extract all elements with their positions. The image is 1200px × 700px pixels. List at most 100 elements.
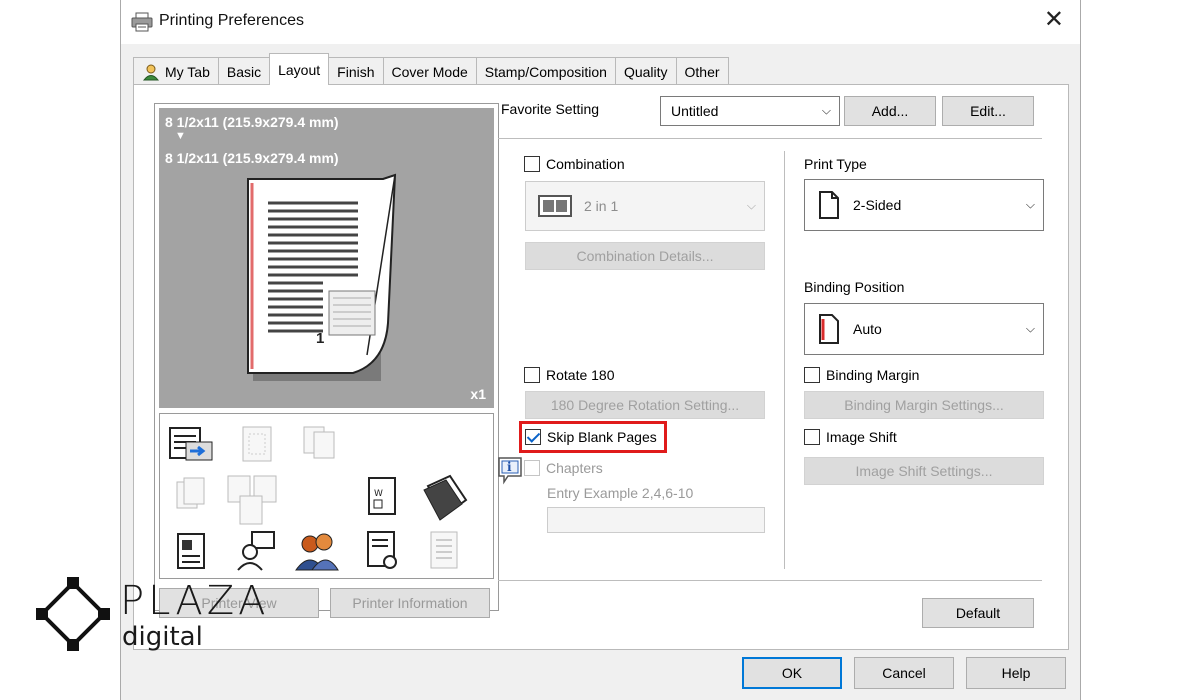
poster-icon: [242, 426, 272, 462]
printer-information-button[interactable]: Printer Information: [330, 588, 490, 618]
tab-basic[interactable]: Basic: [217, 57, 271, 85]
stamp-document-icon[interactable]: [366, 530, 402, 572]
favorite-setting-select[interactable]: Untitled ⌵: [660, 96, 840, 126]
title-bar: Printing Preferences ✕: [121, 0, 1080, 44]
help-button[interactable]: Help: [966, 657, 1066, 689]
arrow-down-icon: ▼: [175, 130, 186, 142]
page-preview-icon: [247, 173, 397, 381]
tab-strip: My Tab Basic Layout Finish Cover Mode St…: [133, 53, 729, 85]
chevron-down-icon: ⌵: [821, 103, 831, 118]
form-document-icon[interactable]: W: [366, 476, 400, 518]
chapters-entry-example: Entry Example 2,4,6-10: [547, 485, 694, 501]
image-shift-checkbox-row[interactable]: Image Shift: [804, 429, 897, 445]
binding-margin-label: Binding Margin: [826, 367, 920, 383]
chapters-checkbox-row[interactable]: Chapters: [524, 460, 603, 476]
image-shift-label: Image Shift: [826, 429, 897, 445]
two-sided-page-icon: [819, 191, 839, 219]
tab-stamp-composition[interactable]: Stamp/Composition: [475, 57, 616, 85]
tab-label: Cover Mode: [391, 63, 468, 80]
window-title: Printing Preferences: [159, 12, 304, 29]
combination-select[interactable]: 2 in 1 ⌵: [525, 181, 765, 231]
rotate-180-checkbox-row[interactable]: Rotate 180: [524, 367, 615, 383]
divider: [498, 138, 1042, 139]
paper-size-output: 8 1/2x11 (215.9x279.4 mm): [165, 150, 339, 166]
combination-checkbox-row[interactable]: Combination: [524, 156, 625, 172]
binding-position-value: Auto: [853, 321, 882, 337]
binding-margin-checkbox[interactable]: [804, 367, 820, 383]
image-shift-settings-button[interactable]: Image Shift Settings...: [804, 457, 1044, 485]
combination-details-button[interactable]: Combination Details...: [525, 242, 765, 270]
default-button[interactable]: Default: [922, 598, 1034, 628]
paper-size-original: 8 1/2x11 (215.9x279.4 mm): [165, 114, 339, 130]
tab-label: Quality: [623, 63, 668, 80]
print-type-label: Print Type: [804, 156, 867, 172]
users-group-icon[interactable]: [294, 530, 340, 572]
tab-label: Other: [684, 63, 720, 80]
column-divider: [784, 151, 785, 569]
rotate-180-label: Rotate 180: [546, 367, 615, 383]
tab-label: My Tab: [165, 63, 210, 80]
favorite-setting-value: Untitled: [671, 103, 719, 119]
image-shift-checkbox[interactable]: [804, 429, 820, 445]
tab-other[interactable]: Other: [675, 57, 729, 85]
tab-my-tab[interactable]: My Tab: [133, 57, 219, 85]
tab-label: Basic: [226, 63, 262, 80]
rotate-180-checkbox[interactable]: [524, 367, 540, 383]
plaza-digital-logo-icon: [36, 577, 110, 651]
preview-panel: 8 1/2x11 (215.9x279.4 mm) ▼ 8 1/2x11 (21…: [154, 103, 499, 618]
add-button[interactable]: Add...: [844, 96, 936, 126]
watermark-text-plaza: PLAZA: [120, 578, 270, 624]
info-icon[interactable]: i: [496, 455, 524, 485]
document-icon[interactable]: [176, 532, 208, 572]
two-in-one-icon: [538, 195, 572, 217]
rotation-setting-button[interactable]: 180 Degree Rotation Setting...: [525, 391, 765, 419]
chapters-checkbox[interactable]: [524, 460, 540, 476]
binding-position-label: Binding Position: [804, 279, 905, 295]
tab-quality[interactable]: Quality: [614, 57, 677, 85]
copy-pages-icon: [303, 426, 335, 459]
user-message-icon[interactable]: [236, 530, 276, 572]
divider: [498, 580, 1042, 581]
combination-label: Combination: [546, 156, 625, 172]
function-icons-panel: W: [159, 413, 494, 579]
print-queue-icon[interactable]: [168, 422, 214, 464]
tab-cover-mode[interactable]: Cover Mode: [382, 57, 477, 85]
binding-margin-checkbox-row[interactable]: Binding Margin: [804, 367, 919, 383]
skip-blank-pages-checkbox-row[interactable]: Skip Blank Pages: [525, 429, 657, 445]
binding-margin-settings-button[interactable]: Binding Margin Settings...: [804, 391, 1044, 419]
cancel-button[interactable]: Cancel: [854, 657, 954, 689]
skip-blank-pages-label: Skip Blank Pages: [547, 429, 657, 445]
ok-button[interactable]: OK: [742, 657, 842, 689]
column-layout-icon: [430, 531, 458, 569]
copies-count: x1: [470, 386, 486, 402]
binding-page-icon: [819, 314, 839, 344]
tab-label: Finish: [337, 63, 375, 80]
user-icon: [142, 64, 160, 80]
edit-button[interactable]: Edit...: [942, 96, 1034, 126]
stack-pages-icon: [176, 477, 205, 509]
binding-position-select[interactable]: Auto ⌵: [804, 303, 1044, 355]
chevron-down-icon: ⌵: [746, 198, 756, 213]
booklet-icon[interactable]: [420, 472, 470, 522]
watermark-text-digital: digital: [122, 622, 203, 652]
combination-value: 2 in 1: [584, 198, 619, 214]
tab-layout[interactable]: Layout: [269, 53, 330, 85]
svg-text:i: i: [507, 460, 512, 474]
svg-text:W: W: [374, 489, 383, 499]
tab-label: Stamp/Composition: [484, 63, 607, 80]
page-number: 1: [316, 330, 325, 347]
chevron-down-icon: ⌵: [1025, 321, 1035, 336]
tab-label: Layout: [278, 61, 321, 78]
favorite-setting-label: Favorite Setting: [501, 101, 600, 117]
chapters-input[interactable]: [547, 507, 765, 533]
paper-preview: 8 1/2x11 (215.9x279.4 mm) ▼ 8 1/2x11 (21…: [159, 108, 494, 408]
tab-finish[interactable]: Finish: [328, 57, 384, 85]
close-button[interactable]: ✕: [1044, 8, 1064, 32]
skip-blank-pages-checkbox[interactable]: [525, 429, 541, 445]
chevron-down-icon: ⌵: [1025, 197, 1035, 212]
multi-page-icon: [227, 475, 277, 525]
combination-checkbox[interactable]: [524, 156, 540, 172]
print-type-select[interactable]: 2-Sided ⌵: [804, 179, 1044, 231]
chapters-label: Chapters: [546, 460, 603, 476]
print-type-value: 2-Sided: [853, 197, 902, 213]
